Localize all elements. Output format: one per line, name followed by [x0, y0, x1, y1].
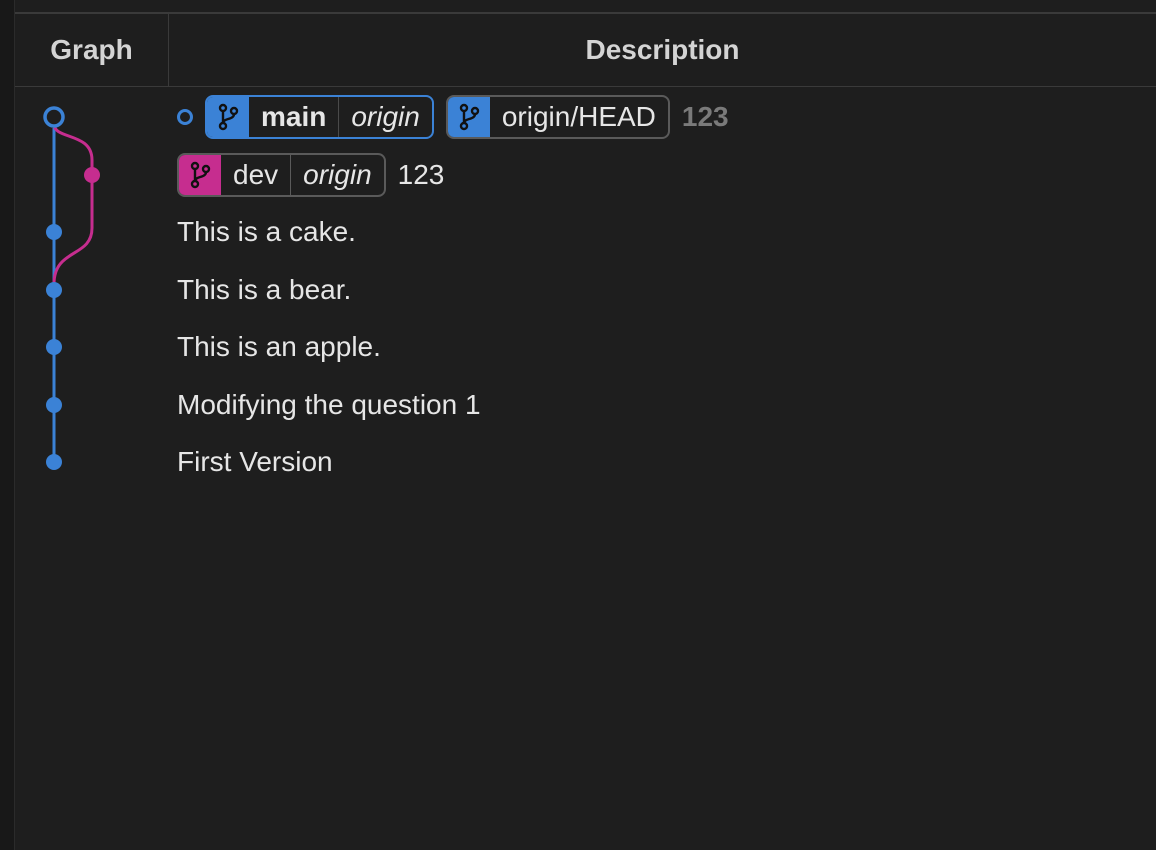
top-strip — [15, 0, 1156, 14]
commit-row[interactable]: First Version — [177, 437, 333, 487]
commit-row[interactable]: This is a cake. — [177, 207, 356, 257]
git-branch-icon — [447, 97, 490, 137]
branch-name: dev — [233, 159, 279, 190]
graph-column-header[interactable]: Graph — [15, 14, 169, 86]
description-column-header[interactable]: Description — [169, 14, 1156, 86]
commit-node-apple — [46, 339, 62, 355]
remote-head-name: origin/HEAD — [501, 101, 656, 132]
branch-badge-dev[interactable]: dev origin — [177, 153, 386, 197]
commit-node-first — [46, 454, 62, 470]
table-header: Graph Description — [15, 14, 1156, 87]
commit-row[interactable]: main origin origin/HEAD 123 — [177, 92, 729, 142]
commit-graph — [43, 106, 100, 470]
branch-remote: origin — [290, 155, 383, 195]
git-branch-icon — [179, 155, 221, 195]
dev-commit-node — [84, 167, 100, 183]
commit-message: 123 — [681, 101, 729, 132]
commit-message: Modifying the question 1 — [177, 389, 481, 420]
commit-message: This is an apple. — [177, 331, 381, 362]
commit-message: This is a cake. — [177, 216, 356, 247]
commit-row[interactable]: This is a bear. — [177, 265, 351, 315]
branch-badge-origin-head[interactable]: origin/HEAD — [445, 95, 670, 139]
head-commit-node — [43, 106, 65, 128]
commit-graph-panel: Graph Description main origin origin/HEA… — [0, 0, 1156, 850]
commit-message: This is a bear. — [177, 274, 352, 305]
branch-badge-main[interactable]: main origin — [205, 95, 434, 139]
commit-row[interactable]: Modifying the question 1 — [177, 380, 481, 430]
head-marker-icon — [177, 109, 193, 125]
commit-row[interactable]: This is an apple. — [177, 322, 381, 372]
commit-row[interactable]: dev origin 123 — [177, 150, 444, 200]
commit-node-bear — [46, 282, 62, 298]
commit-message: 123 — [397, 159, 445, 190]
commit-node-modifying — [46, 397, 62, 413]
dev-lane-line — [52, 123, 94, 285]
git-branch-icon — [207, 97, 249, 137]
branch-name: main — [261, 101, 327, 132]
branch-remote: origin — [338, 97, 431, 137]
commit-node-cake — [46, 224, 62, 240]
commit-message: First Version — [177, 446, 333, 477]
